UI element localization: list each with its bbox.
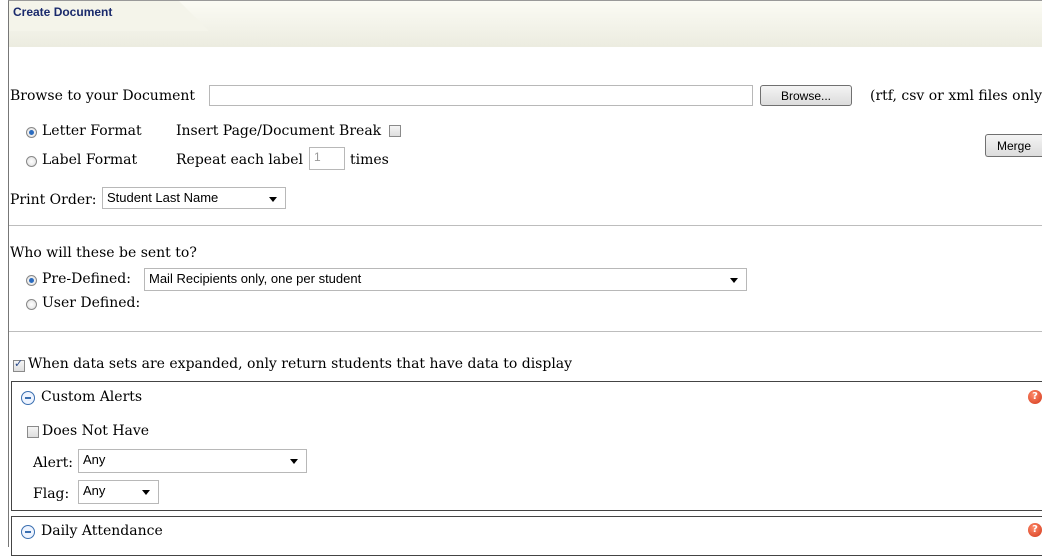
alert-label: Alert: (33, 455, 73, 471)
collapse-icon[interactable] (21, 525, 35, 539)
letter-format-radio[interactable] (26, 127, 37, 138)
label-format-radio[interactable] (26, 156, 37, 167)
merge-button[interactable]: Merge (985, 134, 1042, 157)
divider (9, 225, 1042, 226)
print-order-label: Print Order: (10, 192, 97, 208)
daily-attendance-title[interactable]: Daily Attendance (41, 523, 163, 539)
label-format-label: Label Format (42, 152, 138, 168)
repeat-label: Repeat each label (176, 152, 303, 168)
print-order-value: Student Last Name (107, 190, 219, 205)
predefined-label: Pre-Defined: (42, 271, 131, 287)
userdefined-label: User Defined: (42, 295, 141, 311)
daily-attendance-section (11, 516, 1042, 556)
predefined-recipients-value: Mail Recipients only, one per student (149, 271, 362, 286)
letter-format-label: Letter Format (42, 123, 142, 139)
divider (9, 331, 1042, 332)
help-icon[interactable]: ? (1028, 523, 1042, 537)
chevron-down-icon (730, 278, 738, 283)
predefined-recipients-select[interactable]: Mail Recipients only, one per student (144, 268, 747, 291)
help-icon[interactable]: ? (1028, 390, 1042, 404)
repeat-count-input[interactable]: 1 (309, 147, 345, 170)
data-sets-label: When data sets are expanded, only return… (28, 356, 573, 372)
browse-button[interactable]: Browse... (760, 85, 852, 106)
chevron-down-icon (269, 197, 277, 202)
collapse-icon[interactable] (21, 391, 35, 405)
flag-value: Any (83, 483, 106, 498)
browse-label: Browse to your Document (10, 88, 196, 104)
does-not-have-label: Does Not Have (42, 423, 150, 439)
print-order-select[interactable]: Student Last Name (102, 187, 286, 209)
data-sets-checkbox[interactable] (13, 357, 25, 372)
alert-value: Any (83, 452, 106, 467)
does-not-have-checkbox[interactable] (27, 426, 39, 438)
alert-select[interactable]: Any (78, 449, 307, 473)
custom-alerts-section (11, 381, 1042, 511)
tab-title: Create Document (13, 5, 113, 19)
repeat-suffix: times (350, 152, 389, 168)
predefined-radio[interactable] (26, 275, 37, 286)
chevron-down-icon (290, 459, 298, 464)
file-types-note: (rtf, csv or xml files only (870, 88, 1042, 104)
recipients-question: Who will these be sent to? (10, 245, 197, 261)
flag-label: Flag: (33, 486, 70, 502)
chevron-down-icon (142, 490, 150, 495)
custom-alerts-title[interactable]: Custom Alerts (41, 389, 142, 405)
page-break-label: Insert Page/Document Break (176, 123, 382, 139)
userdefined-radio[interactable] (26, 299, 37, 310)
flag-select[interactable]: Any (78, 480, 159, 504)
page-break-checkbox[interactable] (389, 125, 401, 137)
file-path-input[interactable] (209, 85, 753, 106)
